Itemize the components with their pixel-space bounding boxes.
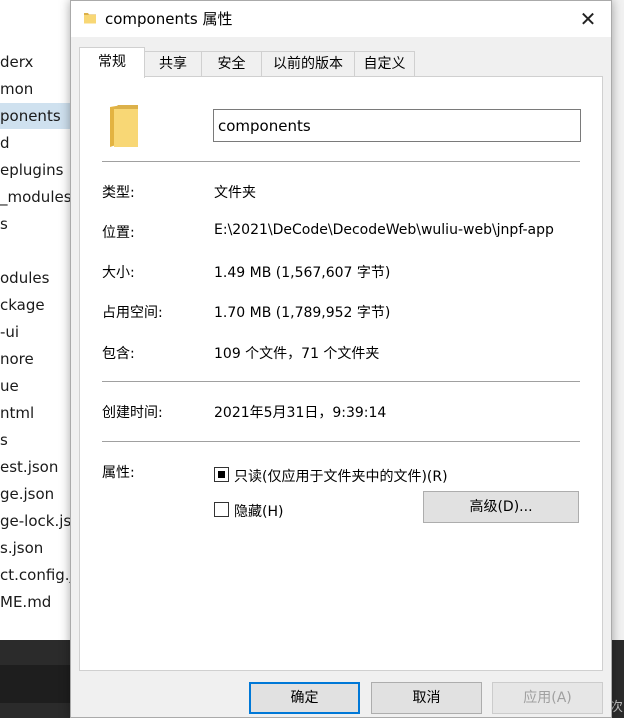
created-value: 2021年5月31日，9:39:14 (214, 405, 387, 421)
explorer-list-item[interactable]: ME.md (0, 589, 74, 615)
explorer-list-item[interactable]: s (0, 427, 74, 453)
explorer-list-item[interactable]: est.json (0, 454, 74, 480)
explorer-list-item[interactable]: ue (0, 373, 74, 399)
background-right-text: 次 (610, 700, 624, 715)
disk-size-label: 占用空间: (102, 305, 163, 321)
cancel-button[interactable]: 取消 (371, 682, 482, 714)
close-button[interactable]: ✕ (571, 5, 605, 33)
background-right-edge (610, 0, 624, 718)
location-value: E:\2021\DeCode\DecodeWeb\wuliu-web\jnpf-… (214, 222, 554, 238)
large-folder-icon (110, 105, 138, 147)
tab-previous-versions[interactable]: 以前的版本 (261, 51, 355, 77)
ok-button[interactable]: 确定 (249, 682, 360, 714)
explorer-list-item[interactable]: odules (0, 265, 74, 291)
type-label: 类型: (102, 185, 135, 201)
readonly-checkbox[interactable] (214, 467, 229, 482)
size-value: 1.49 MB (1,567,607 字节) (214, 265, 391, 281)
dialog-titlebar[interactable]: components 属性 ✕ (71, 1, 611, 37)
size-label: 大小: (102, 265, 135, 281)
explorer-list-item[interactable]: _modules (0, 184, 74, 210)
contains-label: 包含: (102, 346, 135, 362)
explorer-list-item[interactable]: ckage (0, 292, 74, 318)
folder-name-input[interactable] (213, 109, 581, 142)
tab-general[interactable]: 常规 (79, 47, 145, 78)
explorer-list-item[interactable]: ct.config.j (0, 562, 74, 588)
advanced-button[interactable]: 高级(D)... (423, 491, 579, 523)
explorer-list-item[interactable]: mon (0, 76, 74, 102)
hidden-label[interactable]: 隐藏(H) (234, 501, 283, 521)
close-icon: ✕ (579, 7, 597, 31)
explorer-list-item[interactable]: ge.json (0, 481, 74, 507)
explorer-list-item[interactable]: ge-lock.js (0, 508, 74, 534)
apply-button[interactable]: 应用(A) (492, 682, 603, 714)
explorer-list-item[interactable]: ntml (0, 400, 74, 426)
explorer-list-item[interactable]: nore (0, 346, 74, 372)
separator (102, 161, 580, 162)
explorer-list-item[interactable] (0, 238, 74, 264)
folder-icon (84, 13, 96, 24)
attributes-label: 属性: (102, 465, 135, 481)
disk-size-value: 1.70 MB (1,789,952 字节) (214, 305, 391, 321)
location-label: 位置: (102, 225, 135, 241)
hidden-checkbox[interactable] (214, 502, 229, 517)
explorer-list-item[interactable]: eplugins (0, 157, 74, 183)
readonly-label[interactable]: 只读(仅应用于文件夹中的文件)(R) (234, 466, 448, 486)
created-label: 创建时间: (102, 405, 163, 421)
separator (102, 381, 580, 382)
explorer-list-item[interactable]: d (0, 130, 74, 156)
explorer-list-item[interactable]: s.json (0, 535, 74, 561)
explorer-list-item[interactable]: s (0, 211, 74, 237)
general-panel: 类型: 文件夹 位置: E:\2021\DeCode\DecodeWeb\wul… (79, 76, 603, 671)
properties-dialog: components 属性 ✕ 常规 共享 安全 以前的版本 自定义 类型: 文… (70, 0, 612, 718)
tab-security[interactable]: 安全 (201, 51, 262, 77)
explorer-list-item[interactable]: -ui (0, 319, 74, 345)
dialog-title: components 属性 (105, 10, 233, 28)
separator (102, 441, 580, 442)
tab-customize[interactable]: 自定义 (354, 51, 415, 77)
explorer-bottom-strip (0, 665, 70, 703)
tab-sharing[interactable]: 共享 (144, 51, 202, 77)
explorer-list-item[interactable]: derx (0, 49, 74, 75)
type-value: 文件夹 (214, 185, 256, 201)
explorer-list-item[interactable]: ponents (0, 103, 74, 129)
contains-value: 109 个文件，71 个文件夹 (214, 346, 380, 362)
background-explorer: derx mon ponents d eplugins _modules s odules ck… (0, 0, 75, 718)
explorer-file-list: derx mon ponents d eplugins _modules s odules ck… (0, 0, 75, 640)
